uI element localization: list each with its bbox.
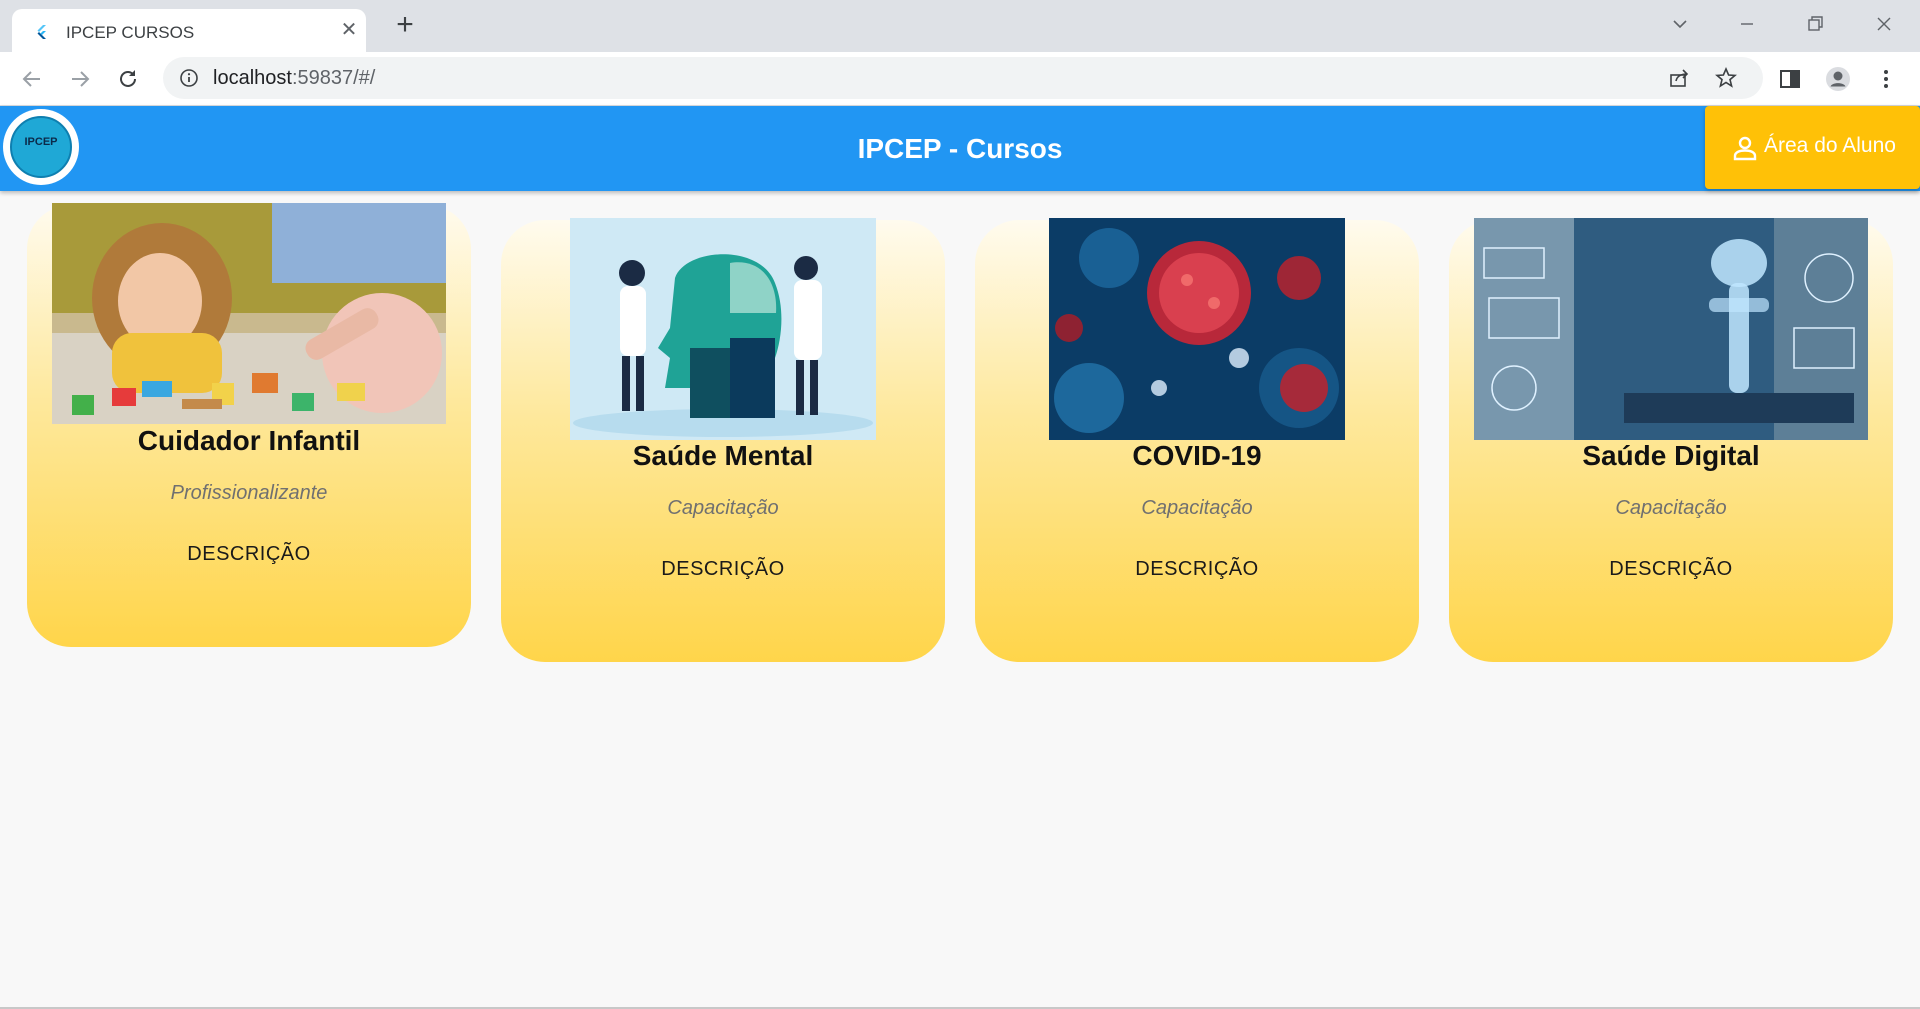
course-category: Capacitação — [667, 497, 779, 519]
logo-emblem: IPCEP — [10, 116, 72, 178]
minimize-icon[interactable] — [1735, 12, 1759, 36]
descricao-button[interactable]: DESCRIÇÃO — [1097, 549, 1297, 589]
url-path: :59837/#/ — [291, 67, 376, 89]
descricao-button[interactable]: DESCRIÇÃO — [1571, 549, 1771, 589]
forward-icon[interactable] — [66, 65, 94, 93]
restore-icon[interactable] — [1803, 12, 1827, 36]
page-title: IPCEP - Cursos — [857, 133, 1063, 164]
course-card-covid-19[interactable]: COVID-19 Capacitação DESCRIÇÃO — [975, 218, 1419, 662]
digital-health-photo — [1474, 218, 1868, 440]
profile-avatar-icon[interactable] — [1824, 65, 1852, 93]
address-bar[interactable]: localhost:59837/#/ — [163, 57, 1763, 99]
person-icon — [1733, 136, 1757, 161]
course-category: Capacitação — [1141, 497, 1253, 519]
course-category: Capacitação — [1615, 497, 1727, 519]
url-text: localhost:59837/#/ — [213, 67, 375, 90]
browser-toolbar: localhost:59837/#/ — [0, 52, 1920, 106]
share-icon[interactable] — [1668, 67, 1690, 89]
url-host: localhost — [213, 67, 292, 89]
course-card-saude-digital[interactable]: Saúde Digital Capacitação DESCRIÇÃO — [1449, 218, 1893, 662]
tab-title: IPCEP CURSOS — [66, 23, 195, 42]
area-do-aluno-label: Área do Aluno — [1764, 134, 1896, 157]
mental-health-puzzle-illustration — [570, 218, 876, 440]
menu-kebab-icon[interactable] — [1872, 65, 1900, 93]
info-icon[interactable] — [179, 68, 199, 88]
coronavirus-photo — [1049, 218, 1345, 440]
browser-tabstrip: IPCEP CURSOS ✕ + — [0, 0, 1920, 52]
course-title: Cuidador Infantil — [137, 425, 361, 456]
course-category: Profissionalizante — [170, 482, 328, 504]
app-bar: IPCEP - Cursos IPCEP Área do Aluno — [0, 106, 1920, 191]
course-title: Saúde Digital — [1582, 440, 1760, 471]
browser-tab[interactable]: IPCEP CURSOS ✕ — [12, 9, 366, 52]
close-window-icon[interactable] — [1872, 12, 1896, 36]
side-panel-icon[interactable] — [1776, 65, 1804, 93]
course-title: COVID-19 — [1132, 440, 1262, 471]
flutter-icon — [37, 25, 46, 39]
tab-close-icon[interactable]: ✕ — [338, 19, 360, 41]
new-tab-icon[interactable]: + — [390, 10, 420, 41]
area-do-aluno-button[interactable]: Área do Aluno — [1705, 106, 1920, 189]
bookmark-star-icon[interactable] — [1715, 67, 1737, 89]
descricao-button[interactable]: DESCRIÇÃO — [149, 534, 349, 574]
logo-text: IPCEP — [24, 136, 58, 148]
descricao-button[interactable]: DESCRIÇÃO — [623, 549, 823, 589]
course-card-cuidador-infantil[interactable]: Cuidador Infantil Profissionalizante DES… — [27, 203, 471, 647]
course-card-saude-mental[interactable]: Saúde Mental Capacitação DESCRIÇÃO — [501, 218, 945, 662]
reload-icon[interactable] — [114, 65, 142, 93]
ipcep-logo[interactable]: IPCEP — [3, 109, 79, 185]
back-icon[interactable] — [18, 65, 46, 93]
child-playing-blocks-photo — [52, 203, 446, 424]
tab-search-icon[interactable] — [1668, 12, 1692, 36]
course-title: Saúde Mental — [632, 440, 814, 471]
